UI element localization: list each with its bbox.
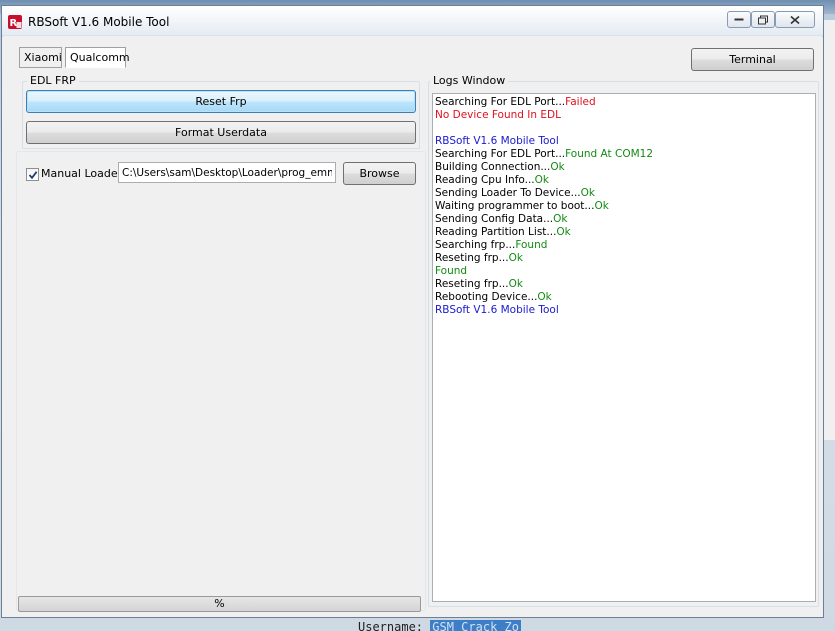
log-segment: Failed <box>565 96 596 108</box>
log-segment: Ok <box>508 252 523 264</box>
left-pane-frame <box>16 151 426 611</box>
minimize-button[interactable] <box>727 11 751 28</box>
logs-window[interactable]: Searching For EDL Port...Failed No Device… <box>432 93 816 602</box>
log-segment: Ok <box>550 161 565 173</box>
log-segment: RBSoft V1.6 Mobile Tool <box>435 135 559 147</box>
log-line: Found <box>435 265 813 278</box>
background-username-line: Username: GSM Crack Zo <box>358 620 521 631</box>
reset-frp-button[interactable]: Reset Frp <box>26 90 416 113</box>
log-line: Reseting frp...Ok <box>435 278 813 291</box>
logs-group-label: Logs Window <box>430 74 509 87</box>
log-line: Rebooting Device...Ok <box>435 291 813 304</box>
tab-qualcomm[interactable]: Qualcomm <box>65 47 130 68</box>
log-segment: Ok <box>508 278 523 290</box>
log-segment: Ok <box>537 291 552 303</box>
rbsoft-logo-icon: R <box>8 15 22 29</box>
log-segment: Rebooting Device... <box>435 291 538 303</box>
log-segment: Found At COM12 <box>565 148 654 160</box>
log-line: No Device Found In EDL <box>435 109 813 122</box>
format-userdata-button[interactable]: Format Userdata <box>26 121 416 144</box>
log-segment: Searching For EDL Port... <box>435 148 566 160</box>
tab-xiaomi[interactable]: Xiaomi <box>19 47 62 68</box>
background-window-edge <box>824 20 835 440</box>
log-segment: Ok <box>556 226 571 238</box>
background-username-value: GSM Crack Zo <box>430 620 521 631</box>
app-window: R RBSoft V1.6 Mobile Tool Xiaomi Qualcom… <box>1 5 824 618</box>
svg-text:R: R <box>10 18 18 29</box>
log-line: Sending Loader To Device...Ok <box>435 187 813 200</box>
log-line: Searching frp...Found <box>435 239 813 252</box>
client-area: Xiaomi Qualcomm EDL FRP Reset Frp Format… <box>2 37 823 617</box>
maximize-button[interactable] <box>751 11 775 28</box>
background-username-label: Username: <box>358 620 424 631</box>
log-line: Reading Cpu Info...Ok <box>435 174 813 187</box>
log-segment: Ok <box>580 187 595 199</box>
log-segment: Found <box>515 239 548 251</box>
title-bar[interactable]: R RBSoft V1.6 Mobile Tool <box>2 6 823 36</box>
log-segment: RBSoft V1.6 Mobile Tool <box>435 304 559 316</box>
log-line: Waiting programmer to boot...Ok <box>435 200 813 213</box>
minimize-icon <box>734 18 744 20</box>
log-segment: Searching For EDL Port... <box>435 96 566 108</box>
log-segment: Building Connection... <box>435 161 551 173</box>
close-icon <box>790 15 800 24</box>
log-line: Sending Config Data...Ok <box>435 213 813 226</box>
log-segment: Ok <box>553 213 568 225</box>
log-line: Building Connection...Ok <box>435 161 813 174</box>
log-segment: Reseting frp... <box>435 278 509 290</box>
log-line: Reading Partition List...Ok <box>435 226 813 239</box>
log-segment: Reseting frp... <box>435 252 509 264</box>
terminal-button[interactable]: Terminal <box>691 48 814 71</box>
window-title: RBSoft V1.6 Mobile Tool <box>28 15 170 29</box>
log-segment: Reading Partition List... <box>435 226 557 238</box>
log-line: Reseting frp...Ok <box>435 252 813 265</box>
log-line: RBSoft V1.6 Mobile Tool <box>435 304 813 317</box>
log-segment: Reading Cpu Info... <box>435 174 535 186</box>
progress-label: % <box>214 597 225 610</box>
log-segment: No Device Found In EDL <box>435 109 561 121</box>
log-line: Searching For EDL Port...Found At COM12 <box>435 148 813 161</box>
close-button[interactable] <box>775 11 815 28</box>
log-segment: Sending Loader To Device... <box>435 187 581 199</box>
log-segment: Found <box>435 265 468 277</box>
log-segment: Ok <box>534 174 550 186</box>
log-segment: Ok <box>594 200 609 212</box>
log-line: RBSoft V1.6 Mobile Tool <box>435 135 813 148</box>
maximize-icon <box>758 15 768 24</box>
log-line: Searching For EDL Port...Failed <box>435 96 813 109</box>
edl-frp-group-label: EDL FRP <box>27 74 79 87</box>
log-segment: Waiting programmer to boot... <box>435 200 595 212</box>
log-segment: Sending Config Data... <box>435 213 554 225</box>
progress-bar: % <box>18 596 421 612</box>
log-segment: Searching frp... <box>435 239 516 251</box>
